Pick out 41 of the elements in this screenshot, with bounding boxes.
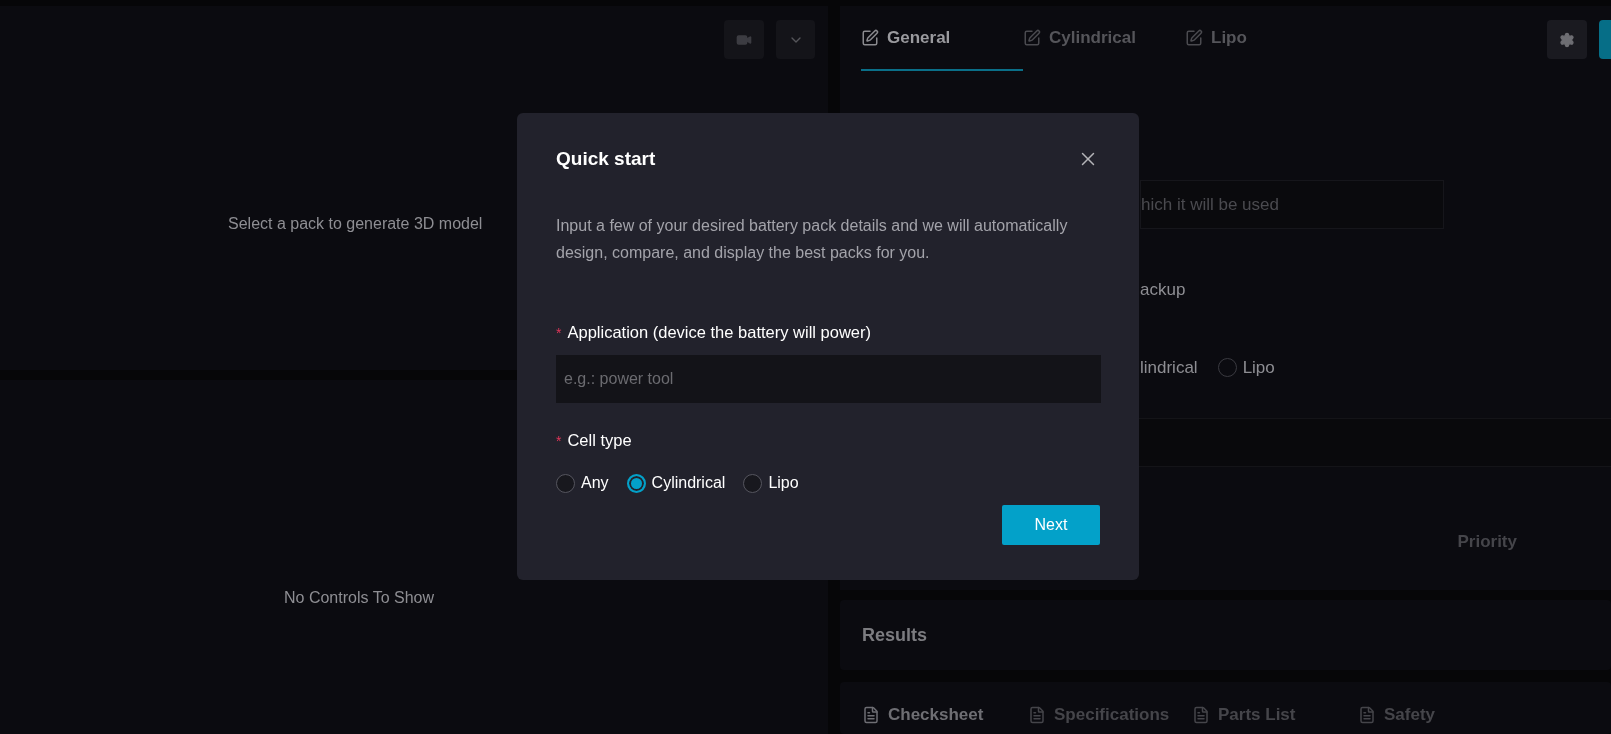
required-asterisk: * — [556, 323, 562, 343]
description-field[interactable]: hich it will be used — [1140, 180, 1444, 229]
results-title: Results — [862, 623, 928, 647]
radio-label: Lipo — [1242, 356, 1275, 379]
dialog-description: Input a few of your desired battery pack details and we will automatically design, compare, and display the best packs for you. — [556, 215, 1069, 263]
camera-button[interactable] — [724, 20, 764, 59]
action-button-edge[interactable] — [1599, 20, 1611, 59]
controls-message: No Controls To Show — [284, 589, 434, 606]
option-label: ackup — [1140, 280, 1186, 299]
tab[interactable]: Safety — [1358, 702, 1478, 728]
radio-label: Cylindrical — [651, 473, 726, 493]
tab[interactable]: Cylindrical — [1023, 6, 1185, 71]
tab[interactable]: Specifications — [1028, 702, 1192, 728]
viewer-message: Select a pack to generate 3D model — [228, 215, 483, 232]
field-label: Cell type — [567, 430, 632, 452]
tab[interactable]: General — [861, 6, 1023, 71]
field-placeholder: hich it will be used — [1141, 193, 1279, 216]
radio-button[interactable] — [743, 473, 763, 493]
settings-button[interactable] — [1547, 20, 1587, 59]
tab[interactable]: Parts List — [1192, 702, 1358, 728]
document-icon — [1028, 705, 1046, 724]
field-label: Application (device the battery will power) — [567, 321, 871, 343]
radio-button[interactable] — [556, 473, 575, 493]
document-icon — [1192, 705, 1210, 724]
option-label: lindrical — [1140, 356, 1198, 379]
tab[interactable]: Checksheet — [862, 702, 1028, 728]
column-header: Priority — [1457, 531, 1517, 553]
radio-button[interactable] — [626, 473, 646, 493]
application-field[interactable]: e.g.: power tool — [556, 355, 1101, 404]
dialog-title: Quick start — [556, 147, 656, 171]
radio-label: Lipo — [768, 473, 799, 493]
edit-icon — [861, 28, 879, 47]
required-asterisk: * — [556, 432, 562, 452]
edit-icon — [1023, 28, 1041, 47]
edit-icon — [1185, 28, 1203, 47]
next-button[interactable]: Next — [1002, 505, 1100, 545]
tab[interactable]: Lipo — [1185, 6, 1347, 71]
document-icon — [862, 705, 880, 724]
document-icon — [1358, 705, 1376, 724]
radio-label: Any — [581, 473, 609, 493]
settings-icon — [1559, 31, 1575, 48]
